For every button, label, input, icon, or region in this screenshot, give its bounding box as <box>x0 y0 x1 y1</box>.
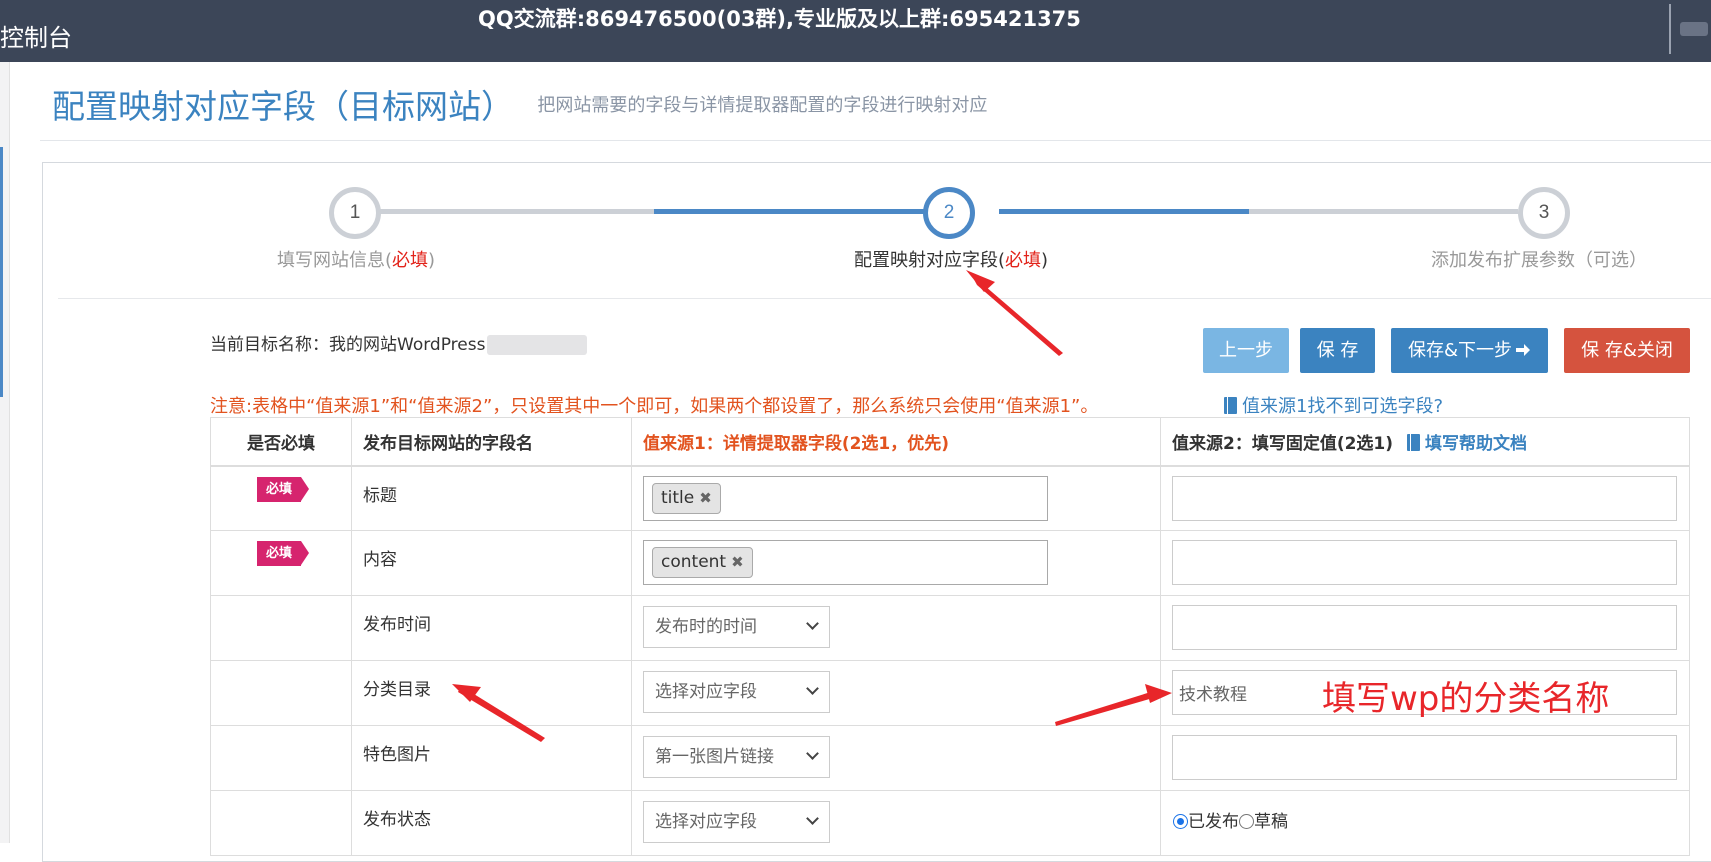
help-doc-link[interactable]: 填写帮助文档 <box>1407 433 1527 454</box>
redacted-text <box>487 335 588 355</box>
source1-tag-select[interactable]: content ✖ <box>643 540 1048 585</box>
console-title[interactable]: 控制台 <box>0 18 72 53</box>
field-name: 特色图片 <box>363 745 431 765</box>
source1-help-link[interactable]: 值来源1找不到可选字段? <box>1224 392 1443 418</box>
step-3-circle[interactable]: 3 <box>1518 187 1570 239</box>
step-connector-2b <box>1249 209 1518 214</box>
radio-draft[interactable] <box>1239 814 1254 829</box>
page-title: 配置映射对应字段（目标网站） <box>52 87 514 126</box>
step-3-label[interactable]: 添加发布扩展参数（可选） <box>1431 246 1647 272</box>
qq-group-notice: QQ交流群:869476500(03群),专业版及以上群:695421375 <box>478 7 1081 31</box>
save-next-button[interactable]: 保存&下一步 <box>1391 328 1548 373</box>
step-1-label[interactable]: 填写网站信息(必填) <box>277 246 435 272</box>
remove-tag-icon[interactable]: ✖ <box>731 553 744 571</box>
fixed-value-input[interactable] <box>1172 475 1677 521</box>
publish-status-radios: 已发布 草稿 <box>1173 807 1288 832</box>
fixed-value-input[interactable] <box>1172 540 1677 585</box>
heading-divider <box>40 140 1711 141</box>
field-name: 发布时间 <box>363 615 431 635</box>
table-row: 必填 标题 title ✖ <box>210 465 1690 531</box>
selected-tag: title ✖ <box>652 482 721 514</box>
required-badge: 必填 <box>256 476 310 502</box>
required-badge: 必填 <box>256 541 310 566</box>
radio-draft-label[interactable]: 草稿 <box>1254 812 1288 832</box>
save-close-button[interactable]: 保 存&关闭 <box>1564 328 1690 373</box>
source1-select[interactable]: 选择对应字段 <box>643 801 830 843</box>
topbar-divider <box>1669 4 1671 54</box>
save-button[interactable]: 保 存 <box>1300 328 1375 373</box>
page-heading: 配置映射对应字段（目标网站） 把网站需要的字段与详情提取器配置的字段进行映射对应 <box>52 80 987 128</box>
book-icon <box>1407 433 1421 451</box>
table-row: 必填 内容 content ✖ <box>210 530 1690 596</box>
remove-tag-icon[interactable]: ✖ <box>699 489 712 507</box>
top-bar: 控制台 QQ交流群:869476500(03群),专业版及以上群:6954213… <box>0 0 1711 62</box>
source1-select[interactable]: 第一张图片链接 <box>643 736 830 778</box>
radio-published-label[interactable]: 已发布 <box>1188 812 1239 832</box>
header-field-name: 发布目标网站的字段名 <box>351 417 632 467</box>
field-name: 分类目录 <box>363 680 431 700</box>
source1-select[interactable]: 发布时的时间 <box>643 606 830 648</box>
annotation-text: 填写wp的分类名称 <box>1322 679 1610 719</box>
field-name: 内容 <box>363 550 397 570</box>
page-subtitle: 把网站需要的字段与详情提取器配置的字段进行映射对应 <box>537 95 988 116</box>
chevron-down-icon <box>806 812 819 825</box>
header-required: 是否必填 <box>210 417 352 467</box>
step-1-circle[interactable]: 1 <box>329 187 381 239</box>
chevron-down-icon <box>806 682 819 695</box>
field-name: 发布状态 <box>363 810 431 830</box>
step-connector-2a <box>999 209 1249 214</box>
chevron-down-icon <box>806 617 819 630</box>
radio-published[interactable] <box>1173 814 1188 829</box>
table-row: 发布时间 发布时的时间 <box>210 595 1690 661</box>
header-source2: 值来源2：填写固定值(2选1) 填写帮助文档 <box>1160 417 1690 467</box>
steps-divider <box>58 298 1711 299</box>
chevron-down-icon <box>806 747 819 760</box>
field-name: 标题 <box>363 485 397 506</box>
header-source1: 值来源1：详情提取器字段(2选1，优先) <box>631 417 1161 467</box>
source1-select[interactable]: 选择对应字段 <box>643 671 830 713</box>
selected-tag: content ✖ <box>652 547 753 578</box>
field-mapping-table: 是否必填 发布目标网站的字段名 值来源1：详情提取器字段(2选1，优先) 值来源… <box>210 417 1690 856</box>
step-2-label[interactable]: 配置映射对应字段(必填) <box>854 246 1048 272</box>
book-icon <box>1224 397 1237 414</box>
current-target-name: 当前目标名称：我的网站WordPress <box>210 330 588 355</box>
user-avatar[interactable] <box>1680 22 1708 36</box>
notice-text: 注意:表格中“值来源1”和“值来源2”，只设置其中一个即可，如果两个都设置了，那… <box>210 396 1099 417</box>
table-row: 发布状态 选择对应字段 已发布 草稿 <box>210 790 1690 856</box>
step-2-circle[interactable]: 2 <box>923 187 975 239</box>
step-connector-1b <box>654 209 949 214</box>
sidebar-rail <box>0 62 10 843</box>
step-connector-1a <box>380 209 654 214</box>
table-row: 特色图片 第一张图片链接 <box>210 725 1690 791</box>
fixed-value-input[interactable] <box>1172 735 1677 780</box>
fixed-value-input[interactable] <box>1172 605 1677 650</box>
table-header-row: 是否必填 发布目标网站的字段名 值来源1：详情提取器字段(2选1，优先) 值来源… <box>210 417 1690 467</box>
sidebar-active-indicator <box>0 147 3 397</box>
source1-tag-select[interactable]: title ✖ <box>643 475 1048 521</box>
prev-step-button[interactable]: 上一步 <box>1203 328 1289 373</box>
arrow-right-icon <box>1516 344 1531 356</box>
